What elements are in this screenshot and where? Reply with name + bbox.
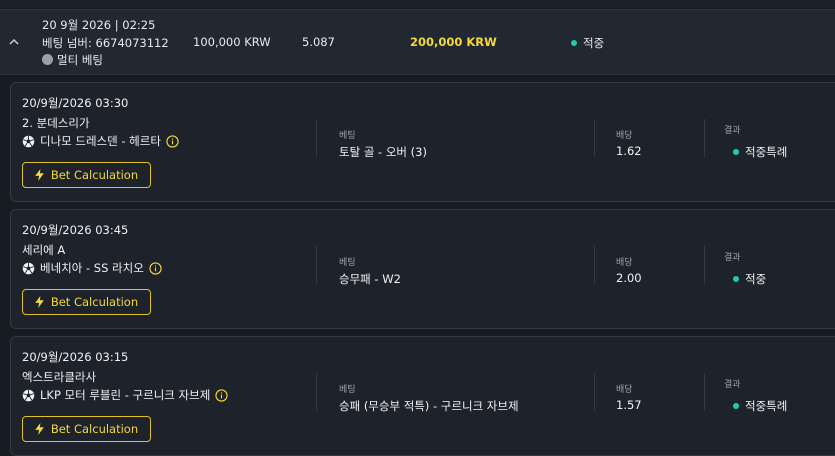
selection-card: 20/9월/2026 03:30 2. 분데스리가 디나모 드레스덴 - 헤르타…: [10, 82, 835, 202]
lightning-icon: [35, 296, 44, 308]
bet-number: 베팅 넘버: 6674073112: [42, 36, 169, 50]
column-divider: [594, 373, 595, 411]
column-divider: [316, 373, 317, 411]
selection-result: 적중특례: [733, 398, 787, 414]
odds-column-label: 배당: [616, 258, 633, 268]
bet-type-label: 멀티 베팅: [57, 53, 103, 67]
column-divider: [704, 373, 705, 411]
soccer-ball-icon: [22, 262, 35, 274]
selection-card: 20/9월/2026 03:15 엑스트라클라사 LKP 모터 루블린 - 구르…: [10, 336, 835, 456]
info-icon[interactable]: [149, 261, 162, 275]
bet-status-label: 적중: [583, 36, 605, 50]
bet-market: 승패 (무승부 적특) - 구르니크 자브제: [339, 399, 519, 413]
match-name: 디나모 드레스덴 - 헤르타: [40, 134, 161, 148]
multi-bet-icon: [42, 54, 53, 65]
result-column-label: 결과: [724, 380, 741, 390]
info-icon[interactable]: [166, 134, 179, 148]
odds-column-label: 배당: [616, 385, 633, 395]
bet-calculation-button[interactable]: Bet Calculation: [22, 289, 151, 315]
stake-amount: 100,000 KRW: [193, 35, 271, 49]
selection-odds: 2.00: [616, 271, 642, 285]
bet-status: 적중: [571, 35, 604, 51]
column-divider: [316, 246, 317, 284]
bet-calculation-label: Bet Calculation: [50, 295, 139, 309]
payout-amount: 200,000 KRW: [410, 35, 497, 49]
soccer-ball-icon: [22, 135, 35, 147]
match-name: LKP 모터 루블린 - 구르니크 자브제: [40, 388, 211, 402]
bet-column-label: 베팅: [339, 258, 356, 268]
status-dot-icon: [733, 148, 739, 155]
chevron-up-icon[interactable]: [8, 36, 20, 48]
selection-match: 디나모 드레스덴 - 헤르타: [22, 133, 179, 149]
selection-card: 20/9월/2026 03:45 세리에 A 베네치아 - SS 라치오 Bet…: [10, 209, 835, 329]
result-column-label: 결과: [724, 253, 741, 263]
status-dot-icon: [571, 39, 577, 46]
selection-odds: 1.62: [616, 144, 642, 158]
bet-calculation-label: Bet Calculation: [50, 168, 139, 182]
lightning-icon: [35, 423, 44, 435]
selection-result: 적중: [733, 271, 766, 287]
result-label: 적중특례: [745, 145, 788, 159]
status-dot-icon: [733, 402, 739, 409]
column-divider: [594, 246, 595, 284]
status-dot-icon: [733, 275, 739, 282]
total-odds: 5.087: [302, 35, 335, 49]
bet-calculation-label: Bet Calculation: [50, 422, 139, 436]
column-divider: [316, 119, 317, 157]
selection-league: 2. 분데스리가: [22, 116, 90, 130]
selection-datetime: 20/9월/2026 03:15: [22, 350, 129, 364]
bet-summary-row[interactable]: 20 9월 2026 | 02:25 베팅 넘버: 6674073112 멀티 …: [0, 9, 835, 75]
selection-odds: 1.57: [616, 398, 642, 412]
selection-match: LKP 모터 루블린 - 구르니크 자브제: [22, 387, 228, 403]
odds-column-label: 배당: [616, 131, 633, 141]
bet-calculation-button[interactable]: Bet Calculation: [22, 416, 151, 442]
selection-league: 세리에 A: [22, 243, 66, 257]
selection-datetime: 20/9월/2026 03:30: [22, 96, 129, 110]
lightning-icon: [35, 169, 44, 181]
bet-datetime: 20 9월 2026 | 02:25: [42, 18, 156, 32]
bet-type: 멀티 베팅: [42, 52, 103, 68]
bet-column-label: 베팅: [339, 385, 356, 395]
match-name: 베네치아 - SS 라치오: [40, 261, 144, 275]
column-divider: [594, 119, 595, 157]
selection-match: 베네치아 - SS 라치오: [22, 260, 162, 276]
bet-market: 승무패 - W2: [339, 272, 401, 286]
selection-result: 적중특례: [733, 144, 787, 160]
top-strip: [0, 0, 835, 8]
column-divider: [704, 119, 705, 157]
info-icon[interactable]: [215, 388, 228, 402]
soccer-ball-icon: [22, 389, 35, 401]
selection-datetime: 20/9월/2026 03:45: [22, 223, 129, 237]
selection-league: 엑스트라클라사: [22, 370, 97, 384]
result-column-label: 결과: [724, 126, 741, 136]
bet-market: 토탈 골 - 오버 (3): [339, 145, 427, 159]
column-divider: [704, 246, 705, 284]
bet-calculation-button[interactable]: Bet Calculation: [22, 162, 151, 188]
result-label: 적중: [745, 272, 767, 286]
result-label: 적중특례: [745, 399, 788, 413]
bet-column-label: 베팅: [339, 131, 356, 141]
